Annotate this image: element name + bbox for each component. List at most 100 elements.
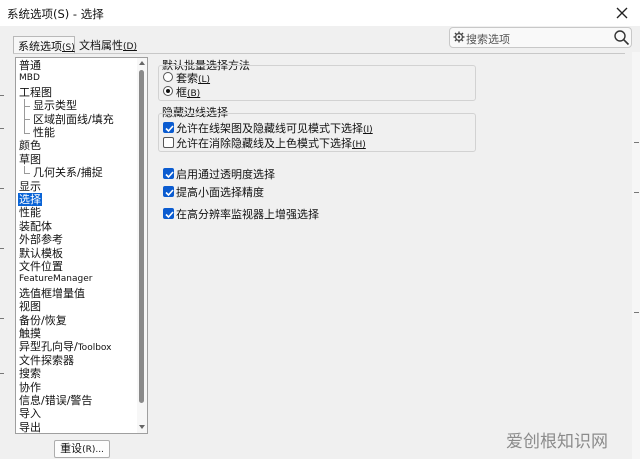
tree-item[interactable]: 导出 bbox=[18, 421, 42, 433]
scroll-up-arrow-icon[interactable] bbox=[137, 59, 147, 67]
tree-item[interactable]: 导入 bbox=[18, 407, 42, 420]
tree-item[interactable]: 信息/错误/警告 bbox=[18, 394, 93, 407]
tree-item-label: 草图 bbox=[19, 152, 41, 166]
checkbox-hlr-shaded-select-label[interactable]: 允许在消除隐藏线及上色模式下选择(H) bbox=[176, 135, 366, 151]
tree-item-label: 文件探索器 bbox=[19, 353, 74, 367]
close-button[interactable] bbox=[612, 3, 632, 23]
tree-item[interactable]: MBD bbox=[18, 72, 41, 85]
tree-item-label: 默认模板 bbox=[19, 246, 63, 260]
checkmark-icon bbox=[165, 189, 174, 197]
radio-lasso[interactable] bbox=[163, 72, 173, 82]
tree-item[interactable]: 文件位置 bbox=[18, 260, 64, 273]
tree-item[interactable]: 装配体 bbox=[18, 220, 53, 233]
tree-item-label: 文件位置 bbox=[19, 260, 63, 273]
tree-item[interactable]: 默认模板 bbox=[18, 247, 64, 260]
tree-item[interactable]: 草图 bbox=[18, 153, 42, 166]
tree-scrollbar[interactable] bbox=[137, 58, 147, 433]
background-fragment bbox=[0, 318, 4, 319]
tree-item[interactable]: 区域剖面线/填充 bbox=[32, 113, 115, 126]
window-title: 系统选项(S) - 选择 bbox=[7, 7, 104, 21]
tree-item-label: 备份/恢复 bbox=[19, 313, 67, 327]
reset-button-accel: (R)... bbox=[82, 445, 104, 455]
checkmark-icon bbox=[165, 171, 174, 179]
tree-item[interactable]: 备份/恢复 bbox=[18, 314, 68, 327]
tree-item-label: 外部参考 bbox=[19, 233, 63, 247]
search-placeholder: 搜索选项 bbox=[466, 33, 510, 46]
tree-item-label: 性能 bbox=[19, 206, 41, 220]
tree-item[interactable]: 触摸 bbox=[18, 327, 42, 340]
tree-item[interactable]: 几何关系/捕捉 bbox=[32, 166, 104, 179]
tree-item-label: 显示 bbox=[19, 179, 41, 193]
tree-item-label: 颜色 bbox=[19, 139, 41, 153]
tree-item[interactable]: 选值框增量值 bbox=[18, 287, 86, 300]
checkbox-facet-precision-label[interactable]: 提高小面选择精度 bbox=[176, 184, 264, 200]
tab-label: 系统选项 bbox=[18, 40, 62, 53]
tab-divider bbox=[13, 53, 625, 54]
tree-item[interactable]: 工程图 bbox=[18, 86, 53, 99]
checkmark-icon bbox=[165, 125, 174, 133]
checkbox-wireframe-select[interactable] bbox=[163, 122, 174, 133]
tab-accel: (S) bbox=[62, 43, 75, 53]
radio-box[interactable] bbox=[163, 86, 173, 96]
checkbox-wireframe-select-label[interactable]: 允许在线架图及隐藏线可见模式下选择(I) bbox=[176, 120, 373, 136]
checkmark-icon bbox=[165, 211, 174, 219]
tree-item-label: 信息/错误/警告 bbox=[19, 394, 93, 407]
search-icon[interactable] bbox=[613, 29, 630, 46]
checkbox-hlr-shaded-select[interactable] bbox=[163, 137, 174, 148]
close-icon bbox=[616, 7, 628, 19]
reset-button-label: 重设 bbox=[60, 442, 83, 455]
background-fragment bbox=[0, 373, 4, 374]
tree-item[interactable]: 普通 bbox=[18, 59, 42, 72]
tree-item[interactable]: 显示类型 bbox=[32, 99, 78, 112]
checkbox-hires-enhanced-select-label[interactable]: 在高分辨率监视器上增强选择 bbox=[176, 206, 319, 222]
options-tree[interactable]: 普通 MBD 工程图 显示类型 区域剖面线/填充 性能 颜色 草图 几何关系/捕捉 显示 选择 性能装… bbox=[15, 57, 148, 434]
tree-item-label: 导入 bbox=[19, 407, 41, 421]
checkbox-select-through-transparency-label[interactable]: 启用通过透明度选择 bbox=[176, 166, 275, 182]
tree-item-label: FeatureManager bbox=[19, 274, 93, 285]
tree-item-label: 搜索 bbox=[19, 367, 41, 381]
strip-tick bbox=[634, 192, 639, 193]
tree-item[interactable]: 显示 bbox=[18, 180, 42, 193]
tree-item-label: 区域剖面线/填充 bbox=[33, 112, 114, 126]
scroll-down-arrow-icon[interactable] bbox=[137, 423, 147, 431]
tab-document-properties[interactable]: 文档属性(D) bbox=[79, 37, 137, 53]
tree-item-label: 几何关系/捕捉 bbox=[33, 166, 103, 180]
radio-box-label[interactable]: 框(B) bbox=[176, 84, 200, 100]
tab-accel: (D) bbox=[123, 42, 137, 52]
tree-item[interactable]: FeatureManager bbox=[18, 273, 93, 286]
tree-item-label: MBD bbox=[19, 73, 40, 84]
scrollbar-thumb[interactable] bbox=[139, 70, 144, 403]
tree-item[interactable]: 外部参考 bbox=[18, 233, 64, 246]
tree-item-label: 触摸 bbox=[19, 327, 41, 340]
tree-item-label: 性能 bbox=[33, 126, 55, 139]
checkbox-facet-precision[interactable] bbox=[163, 186, 174, 197]
tree-item[interactable]: 颜色 bbox=[18, 139, 42, 152]
title-bar: 系统选项(S) - 选择 bbox=[0, 0, 640, 26]
tree-item-label: 选值框增量值 bbox=[19, 286, 85, 300]
tree-item[interactable]: 性能 bbox=[32, 126, 56, 139]
tree-item[interactable]: 协作 bbox=[18, 381, 42, 394]
tree-item[interactable]: 选择 bbox=[18, 193, 42, 206]
tree-connector bbox=[24, 132, 30, 134]
checkbox-hires-enhanced-select[interactable] bbox=[163, 208, 174, 219]
background-fragment bbox=[0, 188, 4, 189]
background-fragment bbox=[0, 248, 4, 249]
tree-item[interactable]: 文件探索器 bbox=[18, 354, 75, 367]
tree-item-label-suffix: Toolbox bbox=[77, 343, 112, 354]
tree-item[interactable]: 视图 bbox=[18, 300, 42, 313]
tree-item-label: 异型孔向导/ bbox=[19, 340, 78, 354]
tree-item[interactable]: 性能 bbox=[18, 206, 42, 219]
checkbox-select-through-transparency[interactable] bbox=[163, 168, 174, 179]
tree-item[interactable]: 搜索 bbox=[18, 367, 42, 380]
gear-icon bbox=[453, 31, 465, 43]
strip-tick bbox=[634, 312, 639, 313]
tree-connector bbox=[24, 99, 25, 133]
tree-item-label: 视图 bbox=[19, 300, 41, 314]
tree-item[interactable]: 异型孔向导/Toolbox bbox=[18, 340, 112, 353]
search-input[interactable]: 搜索选项 bbox=[449, 27, 632, 48]
tree-item-label: 装配体 bbox=[19, 219, 52, 233]
reset-button[interactable]: 重设(R)... bbox=[54, 440, 110, 458]
tree-connector bbox=[24, 172, 30, 174]
strip-tick bbox=[634, 142, 639, 143]
tab-system-options[interactable]: 系统选项(S) bbox=[13, 36, 75, 53]
